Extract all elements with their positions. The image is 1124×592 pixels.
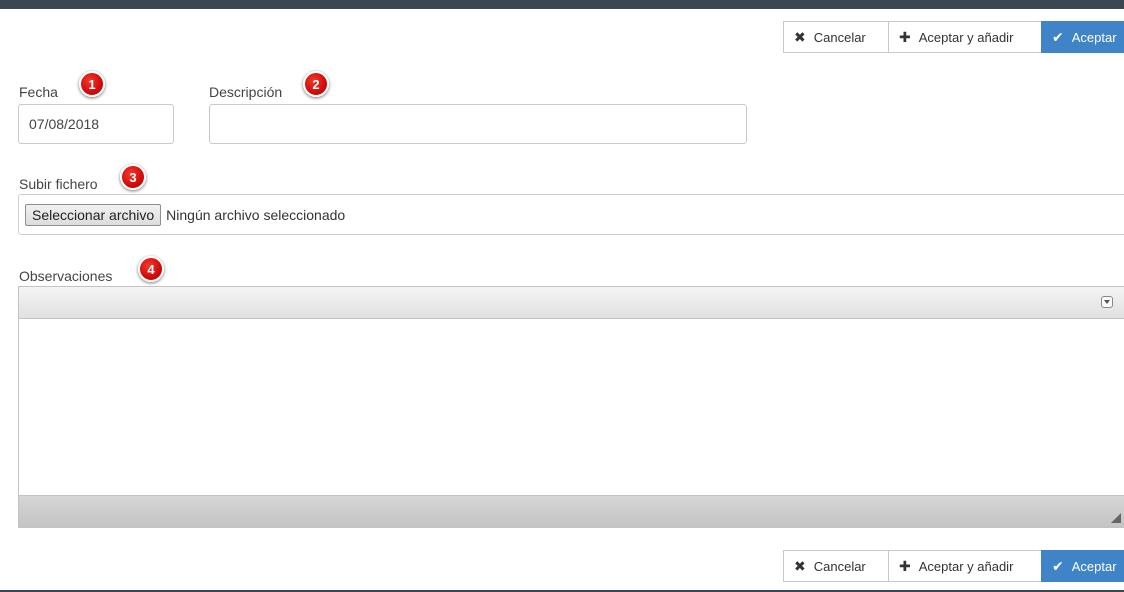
step-badge-2: 2 bbox=[303, 71, 329, 97]
file-upload-field: Seleccionar archivo Ningún archivo selec… bbox=[18, 194, 1124, 235]
close-icon: ✖ bbox=[794, 28, 806, 45]
step-badge-1: 1 bbox=[79, 71, 105, 97]
plus-icon: ✚ bbox=[899, 28, 911, 45]
check-icon: ✔ bbox=[1052, 557, 1064, 574]
accept-button-label: Aceptar bbox=[1071, 558, 1117, 574]
cancel-button-label: Cancelar bbox=[813, 558, 866, 574]
cancel-button-bottom[interactable]: ✖ Cancelar bbox=[783, 550, 889, 582]
accept-and-add-button-label: Aceptar y añadir bbox=[918, 558, 1014, 574]
observaciones-editor bbox=[18, 286, 1124, 528]
select-file-button[interactable]: Seleccionar archivo bbox=[25, 203, 162, 226]
bottom-action-toolbar: ✖ Cancelar ✚ Aceptar y añadir ✔ Aceptar bbox=[783, 550, 1124, 582]
observaciones-label: Observaciones bbox=[19, 268, 113, 284]
toolbar-toggle-icon[interactable] bbox=[1101, 296, 1113, 308]
fecha-value: 07/08/2018 bbox=[29, 116, 100, 132]
step-badge-4: 4 bbox=[138, 256, 164, 282]
accept-button-label: Aceptar bbox=[1071, 29, 1117, 45]
top-action-toolbar: ✖ Cancelar ✚ Aceptar y añadir ✔ Aceptar bbox=[783, 21, 1124, 53]
fecha-input[interactable]: 07/08/2018 bbox=[18, 104, 174, 144]
file-status-text: Ningún archivo seleccionado bbox=[166, 206, 346, 223]
accept-button[interactable]: ✔ Aceptar bbox=[1041, 21, 1124, 53]
editor-toolbar bbox=[19, 287, 1124, 319]
resize-grip-icon[interactable] bbox=[1111, 513, 1121, 523]
cancel-button-label: Cancelar bbox=[813, 29, 866, 45]
subir-fichero-label: Subir fichero bbox=[19, 176, 98, 192]
check-icon: ✔ bbox=[1052, 28, 1064, 45]
descripcion-input[interactable] bbox=[209, 104, 747, 144]
descripcion-label: Descripción bbox=[209, 84, 283, 100]
accept-and-add-button-label: Aceptar y añadir bbox=[918, 29, 1014, 45]
accept-button-bottom[interactable]: ✔ Aceptar bbox=[1041, 550, 1124, 582]
accept-and-add-button[interactable]: ✚ Aceptar y añadir bbox=[888, 21, 1042, 53]
accept-and-add-button-bottom[interactable]: ✚ Aceptar y añadir bbox=[888, 550, 1042, 582]
top-bar bbox=[0, 0, 1124, 9]
editor-statusbar bbox=[19, 495, 1124, 527]
fecha-label: Fecha bbox=[19, 84, 58, 100]
plus-icon: ✚ bbox=[899, 557, 911, 574]
close-icon: ✖ bbox=[794, 557, 806, 574]
cancel-button[interactable]: ✖ Cancelar bbox=[783, 21, 889, 53]
observaciones-textarea[interactable] bbox=[19, 319, 1124, 495]
step-badge-3: 3 bbox=[120, 164, 146, 190]
